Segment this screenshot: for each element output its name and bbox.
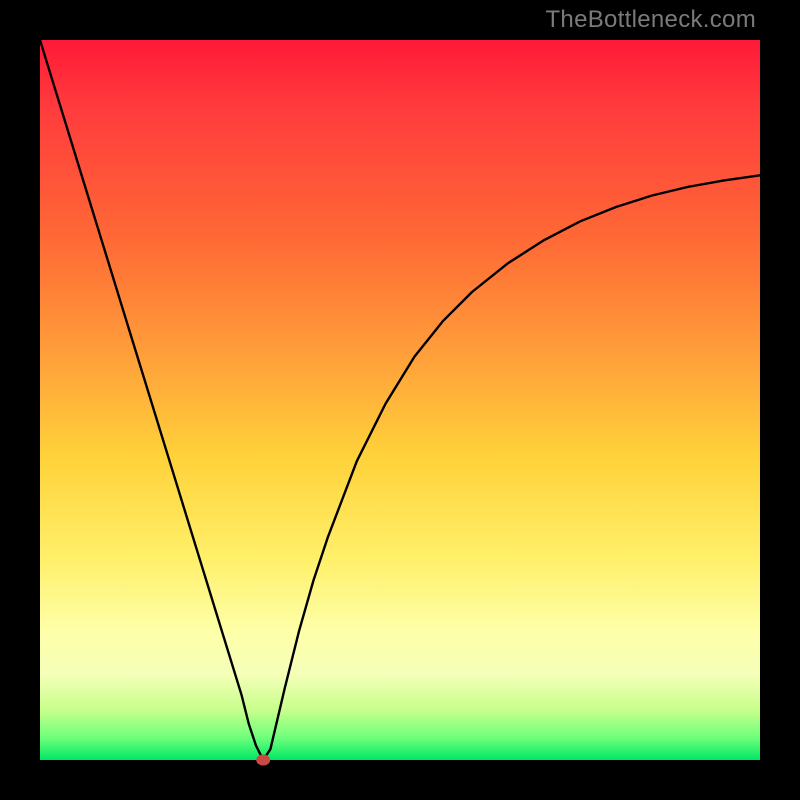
bottleneck-curve — [40, 40, 760, 760]
plot-area — [40, 40, 760, 760]
minimum-marker — [256, 755, 270, 766]
curve-path — [40, 40, 760, 760]
chart-frame: TheBottleneck.com — [0, 0, 800, 800]
watermark-text: TheBottleneck.com — [545, 6, 756, 34]
